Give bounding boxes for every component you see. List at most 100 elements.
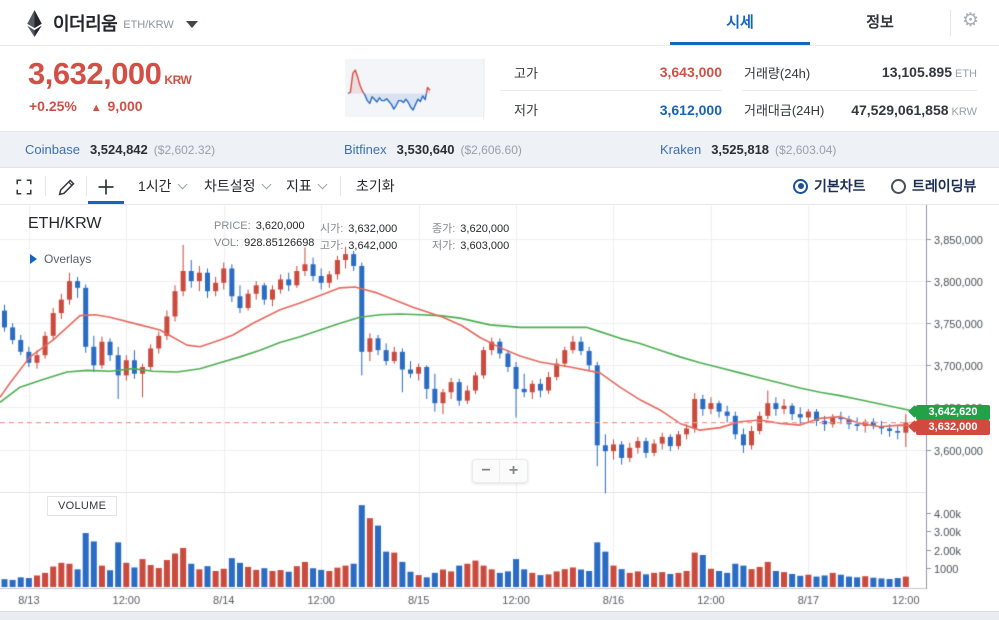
- low-label: 저가: [514, 103, 538, 118]
- legend-high: 고가: 3,642,000: [320, 240, 398, 252]
- header: 이더리움 ETH/KRW 시세 정보 ⚙: [0, 0, 999, 46]
- high-value: 3,643,000: [659, 64, 722, 80]
- toolbar-separator: [45, 176, 46, 196]
- tab-info-label: 정보: [866, 14, 894, 31]
- current-price-badge: 3,632,000: [916, 420, 990, 435]
- chevron-down-icon: [177, 179, 187, 189]
- chart-type-basic-label: 기본차트: [814, 178, 866, 194]
- tab-active-underline: [670, 42, 810, 45]
- chevron-down-icon: [317, 179, 328, 189]
- summary-divider: [483, 58, 484, 120]
- gear-icon[interactable]: ⚙: [962, 9, 979, 32]
- chart-type-tradingview[interactable]: 트레이딩뷰: [891, 168, 976, 204]
- radio-selected-icon: [793, 178, 808, 194]
- chart-type-tradingview-label: 트레이딩뷰: [912, 178, 977, 194]
- chart-type-basic[interactable]: 기본차트: [793, 168, 866, 204]
- chart-section: ETH/KRW Overlays PRICE: 3,620,000 시가: 3,63…: [0, 205, 999, 612]
- exchange-coinbase: Coinbase 3,524,842 ($2,602.32): [25, 132, 215, 167]
- tab-price-label: 시세: [726, 14, 754, 31]
- change-amount: 9,000: [107, 98, 143, 114]
- price-change: +0.25% ▲ 9,000: [29, 98, 143, 114]
- exchange-price: 3,524,842: [89, 142, 148, 157]
- exchange-usd: ($2,602.32): [153, 142, 216, 157]
- play-icon: [30, 254, 37, 264]
- toolbar-separator: [86, 176, 87, 196]
- indicator-label: 지표: [286, 178, 312, 194]
- current-price: 3,632,000 KRW: [28, 56, 192, 92]
- candlestick-chart-canvas[interactable]: [0, 205, 999, 612]
- stats-column-1: 고가 3,643,000 저가 3,612,000: [500, 54, 722, 128]
- current-price-currency: KRW: [164, 73, 192, 87]
- legend-close: 종가: 3,620,000: [432, 223, 510, 235]
- ma-value-badge: 3,642,620: [916, 405, 990, 420]
- legend-vol: VOL: 928.85126698: [214, 237, 315, 249]
- coin-pair: ETH/KRW: [123, 19, 174, 31]
- exchange-usd: ($2,603.04): [775, 142, 837, 157]
- turnover-label: 거래대금(24H): [744, 103, 825, 118]
- bottom-strip: [0, 611, 999, 620]
- draw-button[interactable]: [56, 176, 78, 198]
- low-value: 3,612,000: [659, 101, 722, 118]
- pencil-icon: [58, 179, 75, 196]
- exchange-kraken: Kraken 3,525,818 ($2,603.04): [660, 132, 836, 167]
- coin-name: 이더리움: [53, 14, 118, 34]
- sparkline: [345, 59, 485, 117]
- zoom-in-button[interactable]: +: [500, 460, 527, 482]
- volume-pane-label: VOLUME: [47, 496, 118, 516]
- legend-low: 저가: 3,603,000: [432, 240, 510, 252]
- reset-button[interactable]: 초기화: [356, 168, 395, 204]
- exchange-link[interactable]: Coinbase: [25, 142, 80, 157]
- active-tool-underline: [88, 201, 124, 204]
- price-summary: 3,632,000 KRW +0.25% ▲ 9,000 고가 3,643,000…: [0, 46, 999, 132]
- chevron-down-icon: [261, 179, 271, 189]
- add-button[interactable]: [95, 176, 117, 198]
- exchange-usd: ($2,606.60): [460, 142, 522, 157]
- coin-selector[interactable]: 이더리움 ETH/KRW: [26, 8, 198, 38]
- exchange-compare-bar: Coinbase 3,524,842 ($2,602.32) Bitfinex …: [0, 132, 999, 168]
- trading-app: 이더리움 ETH/KRW 시세 정보 ⚙ 3,632,000 KRW +0.25%…: [0, 0, 999, 620]
- chart-toolbar: 1시간 차트설정 지표 초기화 기본차트 트레이딩뷰: [0, 168, 999, 205]
- stat-row-turnover: 거래대금(24H) 47,529,061,858 KRW: [742, 91, 977, 128]
- ethereum-logo-icon: [27, 9, 42, 37]
- chart-settings-label: 차트설정: [204, 178, 256, 194]
- up-arrow-icon: ▲: [90, 102, 102, 114]
- change-percent: +0.25%: [29, 98, 77, 114]
- exchange-bitfinex: Bitfinex 3,530,640 ($2,606.60): [344, 132, 522, 167]
- toolbar-separator: [340, 176, 341, 196]
- turnover-value: 47,529,061,858 KRW: [851, 101, 977, 118]
- radio-unselected-icon: [891, 178, 906, 194]
- current-price-value: 3,632,000: [28, 56, 162, 91]
- tab-price[interactable]: 시세: [670, 0, 810, 45]
- header-divider: [950, 10, 951, 36]
- sparkline-canvas: [345, 59, 485, 117]
- stat-row-volume: 거래량(24h) 13,105.895 ETH: [742, 54, 977, 91]
- stats-column-2: 거래량(24h) 13,105.895 ETH 거래대금(24H) 47,529,…: [742, 54, 977, 128]
- chart-settings-dropdown[interactable]: 차트설정: [204, 168, 271, 204]
- ohlc-legend: PRICE: 3,620,000 시가: 3,632,000 종가: 3,620,00…: [214, 220, 544, 254]
- high-label: 고가: [514, 65, 538, 81]
- volume-value: 13,105.895 ETH: [881, 64, 977, 80]
- exchange-link[interactable]: Kraken: [660, 142, 701, 157]
- zoom-out-button[interactable]: −: [473, 460, 500, 482]
- chart-symbol-label: ETH/KRW: [28, 215, 102, 232]
- legend-open: 시가: 3,632,000: [320, 223, 398, 235]
- volume-label: 거래량(24h): [744, 65, 811, 81]
- exchange-price: 3,530,640: [396, 142, 455, 157]
- interval-dropdown[interactable]: 1시간: [138, 168, 187, 204]
- interval-label: 1시간: [138, 178, 172, 194]
- plus-icon: [98, 179, 114, 195]
- exchange-price: 3,525,818: [711, 142, 770, 157]
- fullscreen-icon: [16, 179, 32, 195]
- overlays-label: Overlays: [44, 252, 92, 266]
- chevron-down-icon: [185, 21, 198, 28]
- zoom-control: − +: [472, 459, 528, 483]
- indicator-dropdown[interactable]: 지표: [286, 168, 328, 204]
- fullscreen-button[interactable]: [13, 176, 35, 198]
- stat-row-high: 고가 3,643,000: [500, 54, 722, 91]
- legend-price: PRICE: 3,620,000: [214, 220, 305, 232]
- exchange-link[interactable]: Bitfinex: [344, 142, 387, 157]
- overlays-toggle[interactable]: Overlays: [30, 252, 91, 266]
- tab-info[interactable]: 정보: [810, 0, 950, 45]
- reset-label: 초기화: [356, 178, 395, 194]
- stat-row-low: 저가 3,612,000: [500, 91, 722, 128]
